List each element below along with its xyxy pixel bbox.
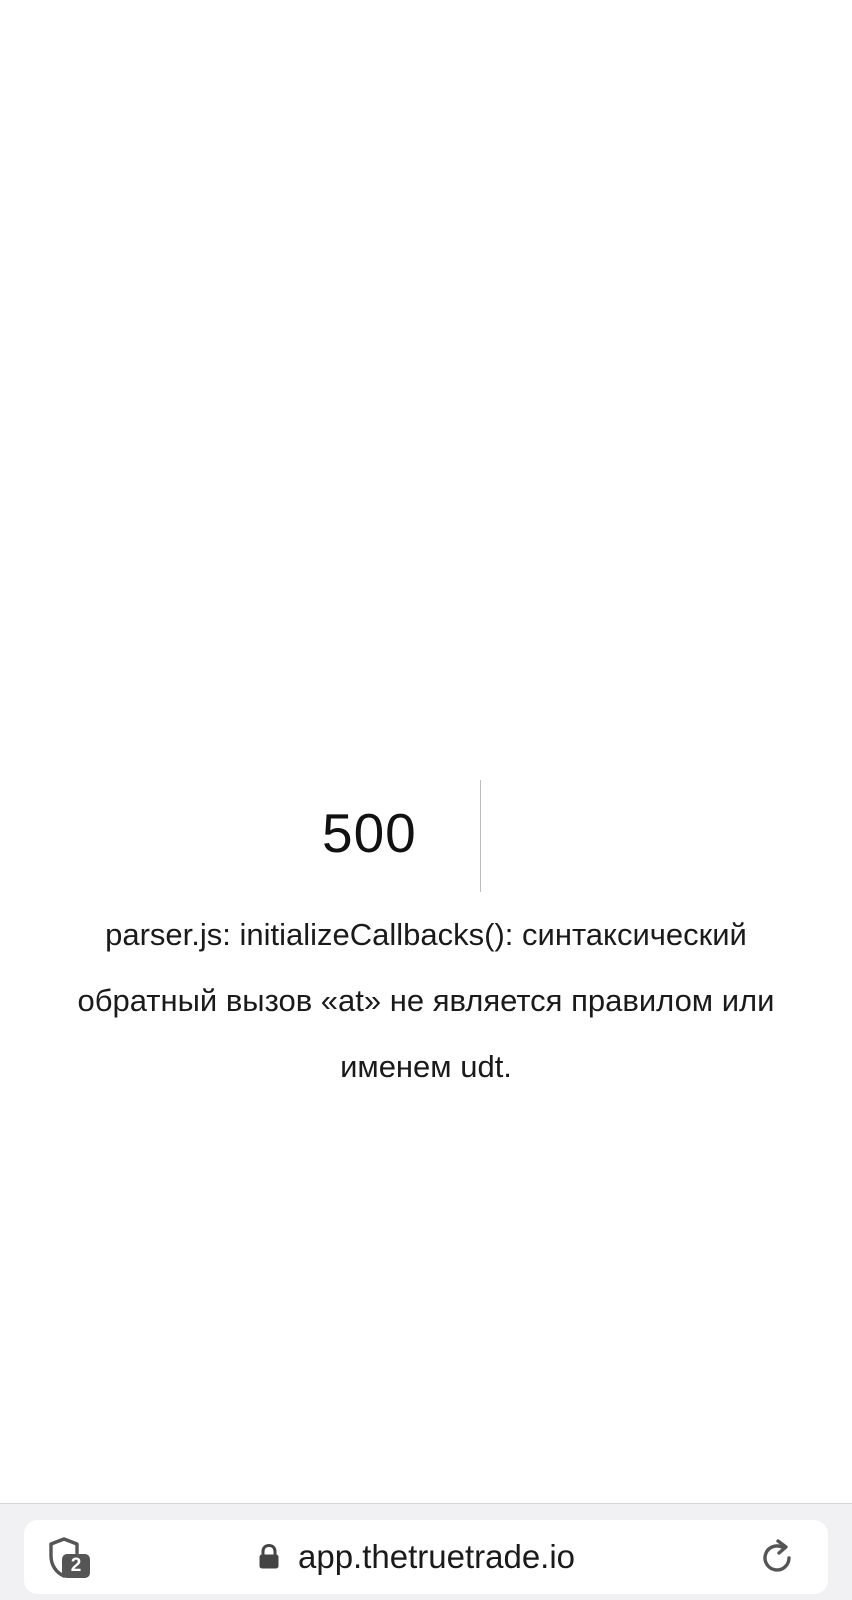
reload-icon (763, 1539, 791, 1572)
reload-button[interactable] (758, 1537, 798, 1577)
lock-icon (259, 1544, 279, 1569)
url-display[interactable]: app.thetruetrade.io (258, 1520, 575, 1594)
address-bar[interactable]: 2 app.thetruetrade.io (24, 1520, 828, 1594)
vertical-divider (480, 780, 481, 892)
tracker-count-badge: 2 (62, 1554, 90, 1578)
error-code-row: 500 (0, 780, 852, 892)
tracker-shield-button[interactable]: 2 (46, 1536, 92, 1580)
error-block: 500 parser.js: initializeCallbacks(): си… (0, 780, 852, 1084)
url-text: app.thetruetrade.io (298, 1538, 576, 1575)
error-code: 500 (322, 802, 417, 864)
browser-bottom-bar: 2 app.thetruetrade.io (0, 1503, 852, 1600)
error-message: parser.js: initializeCallbacks(): синтак… (77, 917, 775, 1084)
page: 500 parser.js: initializeCallbacks(): си… (0, 0, 852, 1600)
